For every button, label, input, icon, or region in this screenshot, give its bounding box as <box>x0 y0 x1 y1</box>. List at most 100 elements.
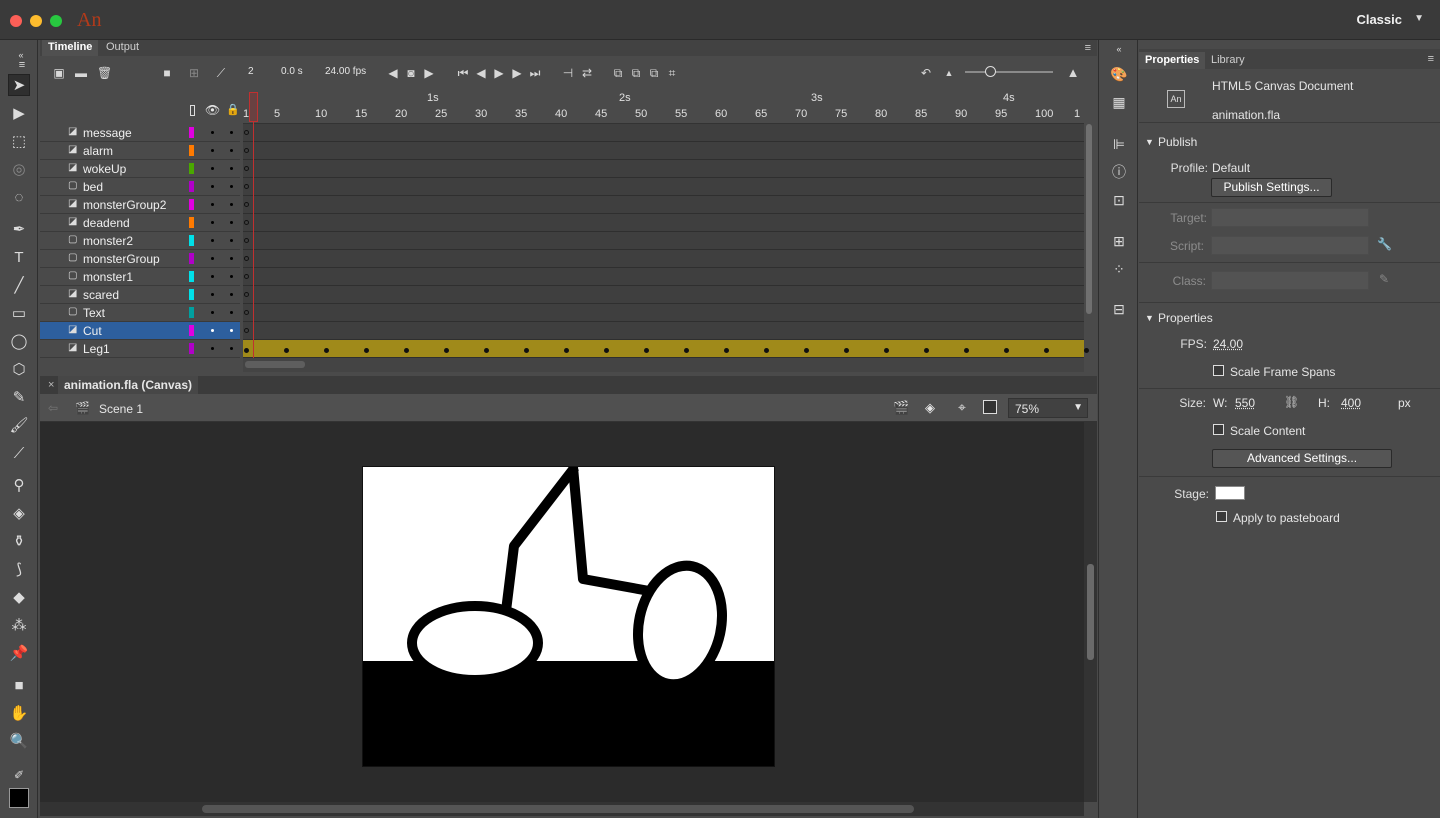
layer-outline-color[interactable] <box>189 217 194 228</box>
scale-content-checkbox[interactable] <box>1213 424 1224 435</box>
frame-row[interactable] <box>243 286 1084 304</box>
parenting-icon[interactable]: ⊞ <box>187 66 201 80</box>
keyframe[interactable] <box>964 348 969 353</box>
selection-tool[interactable]: ➤ <box>8 74 30 96</box>
empty-keyframe[interactable] <box>244 256 249 261</box>
keyframe[interactable] <box>324 348 329 353</box>
scroll-thumb[interactable] <box>202 805 914 813</box>
lock-toggle[interactable] <box>230 185 233 188</box>
keyframe[interactable] <box>924 348 929 353</box>
layer-row[interactable]: ◪ message <box>40 124 240 142</box>
edit-symbols-icon[interactable]: ◈ <box>925 400 935 416</box>
keyframe[interactable] <box>604 348 609 353</box>
frame-row[interactable] <box>243 160 1084 178</box>
layer-name[interactable]: scared <box>83 288 119 302</box>
brush-tool[interactable]: ⟋ <box>8 442 30 464</box>
layer-outline-color[interactable] <box>189 271 194 282</box>
lock-icon[interactable]: 🔒 <box>226 103 240 116</box>
center-stage-icon[interactable]: ⌖ <box>958 399 966 416</box>
close-window-button[interactable] <box>10 15 22 27</box>
zoom-select[interactable]: 75% ▼ <box>1008 398 1088 418</box>
width-value[interactable]: 550 <box>1235 396 1255 410</box>
lock-toggle[interactable] <box>230 293 233 296</box>
back-arrow-icon[interactable]: ⇦ <box>48 401 58 415</box>
undo-view-icon[interactable]: ↶ <box>919 66 933 80</box>
outline-icon[interactable] <box>190 105 195 116</box>
layer-row[interactable]: ▢ monsterGroup <box>40 250 240 268</box>
align-icon[interactable]: ⊫ <box>1109 134 1129 154</box>
visibility-toggle[interactable] <box>211 311 214 314</box>
keyframe[interactable] <box>884 348 889 353</box>
keyframe[interactable] <box>1084 348 1089 353</box>
graph-icon[interactable]: ⟋ <box>214 66 228 80</box>
step-forward-icon[interactable]: ▶ <box>510 66 524 80</box>
layer-name[interactable]: alarm <box>83 144 113 158</box>
prev-keyframe-icon[interactable]: ◀ <box>386 66 400 80</box>
visibility-toggle[interactable] <box>211 203 214 206</box>
apply-to-pasteboard-checkbox[interactable] <box>1216 511 1227 522</box>
line-tool[interactable]: ╱ <box>8 274 30 296</box>
onion-skin-icon[interactable]: ⧉ <box>611 66 625 80</box>
empty-keyframe[interactable] <box>244 274 249 279</box>
visibility-toggle[interactable] <box>211 293 214 296</box>
layer-row[interactable]: ◪ Leg1 <box>40 340 240 358</box>
eye-icon[interactable]: 👁 <box>205 103 220 117</box>
panel-menu-icon[interactable]: ≡ <box>1085 42 1091 54</box>
wrench-icon[interactable]: 🔧 <box>1377 237 1392 251</box>
keyframe[interactable] <box>404 348 409 353</box>
layer-name[interactable]: bed <box>83 180 103 194</box>
layer-row[interactable]: ◪ alarm <box>40 142 240 160</box>
stage-horizontal-scrollbar[interactable] <box>40 802 1084 816</box>
layer-row[interactable]: ◪ scared <box>40 286 240 304</box>
script-select[interactable] <box>1211 236 1369 255</box>
step-back-icon[interactable]: ◀ <box>474 66 488 80</box>
layer-row[interactable]: ◪ Cut <box>40 322 240 340</box>
panel-menu-icon[interactable]: ≡ <box>1428 53 1434 65</box>
layer-name[interactable]: monsterGroup2 <box>83 198 166 212</box>
layer-outline-color[interactable] <box>189 163 194 174</box>
scroll-thumb[interactable] <box>1087 564 1094 660</box>
layer-outline-color[interactable] <box>189 343 194 354</box>
zoom-out-frames-icon[interactable]: ▲ <box>942 66 956 80</box>
rectangle-tool[interactable]: ▭ <box>8 302 30 324</box>
layer-outline-color[interactable] <box>189 199 194 210</box>
empty-keyframe[interactable] <box>244 292 249 297</box>
hand-tool[interactable]: ✋ <box>8 702 30 724</box>
layer-outline-color[interactable] <box>189 289 194 300</box>
info-icon[interactable]: ⓘ <box>1109 162 1129 182</box>
layer-outline-color[interactable] <box>189 127 194 138</box>
disclosure-triangle-icon[interactable]: ▼ <box>1145 137 1154 147</box>
advanced-settings-button[interactable]: Advanced Settings... <box>1212 449 1392 468</box>
motion-presets-icon[interactable]: ⊟ <box>1109 299 1129 319</box>
lock-toggle[interactable] <box>230 149 233 152</box>
keyframe-toggle-icon[interactable]: ◙ <box>404 66 418 80</box>
keyframe[interactable] <box>564 348 569 353</box>
layer-name[interactable]: Leg1 <box>83 342 110 356</box>
stroke-color-icon[interactable]: ✐ <box>8 764 30 786</box>
layer-row[interactable]: ▢ monster1 <box>40 268 240 286</box>
pencil-tool[interactable]: ✎ <box>8 386 30 408</box>
frame-row[interactable] <box>243 178 1084 196</box>
lock-toggle[interactable] <box>230 311 233 314</box>
frame-row[interactable] <box>243 142 1084 160</box>
fps-value[interactable]: 24.00 <box>1213 337 1243 351</box>
layer-row[interactable]: ▢ monster2 <box>40 232 240 250</box>
scene-name[interactable]: Scene 1 <box>99 402 143 416</box>
components-icon[interactable]: ⁘ <box>1109 259 1129 279</box>
lock-toggle[interactable] <box>230 203 233 206</box>
keyframe[interactable] <box>484 348 489 353</box>
edit-multiple-frames-icon[interactable]: ⧉ <box>647 66 661 80</box>
playhead[interactable] <box>249 92 258 122</box>
publish-settings-button[interactable]: Publish Settings... <box>1211 178 1332 197</box>
empty-keyframe[interactable] <box>244 238 249 243</box>
keyframe[interactable] <box>724 348 729 353</box>
layer-outline-color[interactable] <box>189 307 194 318</box>
layer-name[interactable]: Text <box>83 306 105 320</box>
scroll-thumb[interactable] <box>1086 124 1092 314</box>
timeline-vertical-scrollbar[interactable] <box>1085 124 1095 314</box>
keyframe[interactable] <box>844 348 849 353</box>
camera-layer-icon[interactable]: ■ <box>160 66 174 80</box>
paint-brush-tool[interactable]: 🖌 <box>8 414 30 436</box>
layer-row[interactable]: ◪ monsterGroup2 <box>40 196 240 214</box>
workspace-switcher[interactable]: Classic <box>1356 12 1402 27</box>
